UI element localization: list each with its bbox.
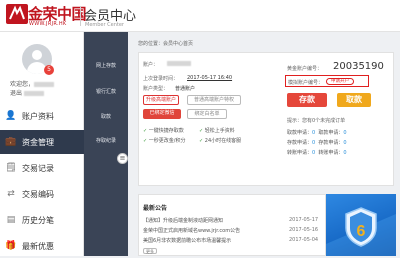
account-number: 20035190: [333, 61, 384, 72]
header: 金荣中国 WWW.JRJR.HK 会员中心 Member Center: [0, 0, 400, 32]
feature-check: 轻松上手资料: [199, 127, 235, 134]
status-label: 转账申请：: [287, 150, 313, 156]
sidebar-item-history[interactable]: ▤ 历史分笔: [0, 208, 84, 232]
status-count: 0: [312, 130, 316, 136]
sidebar-item-funds[interactable]: 💼 资金管理: [0, 130, 84, 154]
sidebar-item-label: 历史分笔: [22, 215, 54, 225]
feature-check: 24小时在线客服: [199, 137, 241, 144]
news-item[interactable]: 金荣中国正式启用新域名www.jrjr.com公告: [143, 227, 240, 234]
linked-account-label: 模拟账户编号：: [288, 80, 324, 86]
whitelist-button[interactable]: 绑定白名单: [187, 109, 227, 119]
sidebar-item-account[interactable]: 👤 账户资料: [0, 104, 84, 128]
status-row: 存款申请：0 存款申请：0: [287, 139, 347, 146]
sidebar-item-offers[interactable]: 🎁 最新优惠: [0, 234, 84, 258]
status-row: 取款申请：0 取款申请：0: [287, 129, 347, 136]
status-count: 0: [343, 130, 347, 136]
money-icon: 💼: [5, 137, 17, 147]
open-account-button[interactable]: 申请开户: [326, 78, 354, 85]
wechat-bound-button[interactable]: 已绑定微信: [143, 109, 181, 119]
logout-label: 退出: [10, 90, 23, 97]
status-label: 取款申请：: [287, 130, 313, 136]
sidebar-item-label: 交易记录: [22, 163, 54, 173]
status-row: 转账申请：0 转账申请：0: [287, 149, 347, 156]
subnav-item-withdraw[interactable]: 取款: [84, 113, 128, 120]
sidebar: 5 欢迎您， 退出 👤 账户资料 💼 资金管理 🗒 交易记录 ⇄ 交易编码 ▤ …: [0, 32, 84, 256]
gift-icon: 🎁: [5, 241, 17, 251]
status-label: 存款申请：: [318, 140, 344, 146]
news-title: 最新公告: [143, 205, 168, 212]
record-icon: 🗒: [5, 163, 17, 173]
sidebar-item-codes[interactable]: ⇄ 交易编码: [0, 182, 84, 206]
news-date: 2017-05-16: [289, 227, 319, 233]
news-item[interactable]: 美国6月非农数据前瞻公布市场温馨提示: [143, 237, 231, 244]
subnav-item-online-deposit[interactable]: 网上存款: [84, 62, 128, 69]
account-redacted: [23, 91, 44, 96]
last-login-label: 上次登录时间：: [143, 76, 179, 82]
news-date: 2017-05-17: [289, 217, 319, 223]
subnav-item-bank-transfer[interactable]: 银行汇款: [84, 88, 128, 95]
upgrade-account-button[interactable]: 升级高端账户: [143, 95, 179, 105]
status-count: 0: [312, 140, 316, 146]
sidebar-item-label: 账户资料: [22, 111, 54, 121]
sidebar-item-label: 最新优惠: [22, 241, 54, 251]
page-subtitle: Member Center: [85, 22, 124, 28]
news-card: 最新公告 【通知】升级后端金制液动距网通知 2017-05-17 金荣中国正式启…: [138, 194, 326, 256]
greeting-prefix: 欢迎您，: [10, 81, 35, 88]
more-news-button[interactable]: 更多: [143, 248, 157, 254]
header-divider: [80, 6, 81, 26]
account-card: 账户： 上次登录时间： 2017-05-17 16:40 账户类型： 普通账户 …: [138, 52, 394, 186]
greeting: 欢迎您，: [10, 79, 55, 88]
sidebar-item-label: 交易编码: [22, 189, 54, 199]
history-icon: ▤: [6, 215, 16, 225]
status-count: 0: [343, 150, 347, 156]
last-login-value: 2017-05-17 16:40: [187, 75, 233, 81]
news-date: 2017-05-04: [289, 237, 319, 243]
main-content: 您的位置：会员中心首页 账户： 上次登录时间： 2017-05-17 16:40…: [128, 32, 400, 256]
logo-icon: [6, 4, 28, 24]
user-icon: 👤: [5, 111, 17, 121]
status-label: 存款申请：: [287, 140, 313, 146]
subnav-panel: 网上存款 银行汇款 取款 存取纪录: [84, 32, 128, 256]
news-item[interactable]: 【通知】升级后端金制液动距网通知: [143, 217, 223, 224]
premium-privilege-button[interactable]: 普通高端账户特权: [187, 95, 241, 105]
promo-banner[interactable]: 6: [326, 194, 396, 256]
avatar-head: [32, 50, 42, 60]
account-label: 账户：: [143, 62, 159, 68]
breadcrumb: 您的位置：会员中心首页: [138, 41, 194, 47]
feature-check: 一键快捷存取款: [143, 127, 184, 134]
withdraw-button[interactable]: 取款: [337, 93, 371, 107]
account-type-label: 账户类型：: [143, 86, 169, 92]
shield-icon: 6: [326, 207, 396, 256]
subnav-item-records[interactable]: 存取纪录: [84, 137, 128, 144]
pending-orders-hint: 提示：您有0个未完成订单: [287, 118, 346, 124]
sidebar-item-label: 资金管理: [22, 137, 54, 147]
deposit-button[interactable]: 存款: [287, 93, 327, 107]
menu-toggle-icon[interactable]: ≡: [117, 153, 128, 164]
account-name-redacted: [167, 61, 191, 66]
sidebar-item-records[interactable]: 🗒 交易记录: [0, 156, 84, 180]
status-label: 取款申请：: [318, 130, 344, 136]
account-type-value: 普通账户: [175, 86, 196, 92]
account-number-label: 黄金账户编号：: [287, 66, 323, 72]
status-label: 转账申请：: [318, 150, 344, 156]
username-redacted: [34, 82, 55, 87]
svg-text:6: 6: [357, 223, 366, 240]
status-count: 0: [343, 140, 347, 146]
logout-link[interactable]: 退出: [10, 88, 44, 97]
linked-account-row: 模拟账户编号： 申请开户: [285, 75, 369, 87]
funds-panel: 黄金账户编号： 20035190 模拟账户编号： 申请开户 存款 取款 提示：您…: [285, 61, 391, 181]
status-count: 0: [312, 150, 316, 156]
code-icon: ⇄: [7, 189, 15, 199]
notification-badge[interactable]: 5: [44, 65, 54, 75]
brand-url: WWW.JRJR.HK: [29, 21, 67, 27]
feature-check: 一秒更改金/积分: [143, 137, 186, 144]
